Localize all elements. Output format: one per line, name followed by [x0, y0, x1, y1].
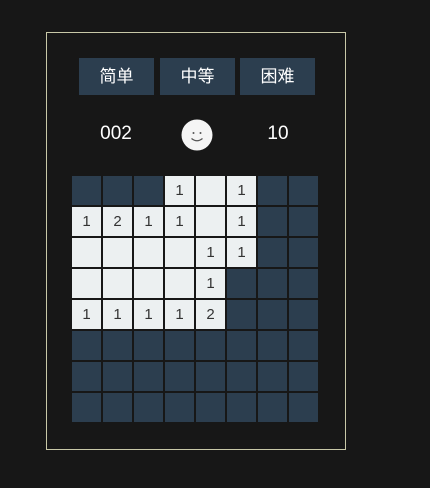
revealed-number-cell[interactable]: 1: [72, 207, 101, 236]
medium-difficulty-button[interactable]: 中等: [160, 58, 235, 95]
unrevealed-cell[interactable]: [258, 207, 287, 236]
unrevealed-cell[interactable]: [289, 393, 318, 422]
revealed-number-cell[interactable]: 1: [165, 176, 194, 205]
revealed-empty-cell[interactable]: [72, 269, 101, 298]
timer-display: 10: [267, 123, 289, 144]
unrevealed-cell[interactable]: [103, 393, 132, 422]
unrevealed-cell[interactable]: [72, 393, 101, 422]
revealed-number-cell[interactable]: 1: [227, 207, 256, 236]
revealed-empty-cell[interactable]: [134, 269, 163, 298]
unrevealed-cell[interactable]: [258, 238, 287, 267]
unrevealed-cell[interactable]: [134, 393, 163, 422]
unrevealed-cell[interactable]: [289, 331, 318, 360]
unrevealed-cell[interactable]: [258, 362, 287, 391]
unrevealed-cell[interactable]: [165, 331, 194, 360]
unrevealed-cell[interactable]: [72, 362, 101, 391]
unrevealed-cell[interactable]: [289, 269, 318, 298]
easy-difficulty-button[interactable]: 简单: [79, 58, 154, 95]
revealed-number-cell[interactable]: 1: [196, 238, 225, 267]
revealed-number-cell[interactable]: 1: [134, 300, 163, 329]
revealed-empty-cell[interactable]: [103, 238, 132, 267]
revealed-number-cell[interactable]: 1: [72, 300, 101, 329]
unrevealed-cell[interactable]: [258, 331, 287, 360]
revealed-empty-cell[interactable]: [134, 238, 163, 267]
unrevealed-cell[interactable]: [134, 176, 163, 205]
unrevealed-cell[interactable]: [196, 331, 225, 360]
revealed-number-cell[interactable]: 2: [103, 207, 132, 236]
unrevealed-cell[interactable]: [227, 393, 256, 422]
revealed-number-cell[interactable]: 1: [103, 300, 132, 329]
revealed-empty-cell[interactable]: [72, 238, 101, 267]
unrevealed-cell[interactable]: [289, 238, 318, 267]
unrevealed-cell[interactable]: [72, 176, 101, 205]
unrevealed-cell[interactable]: [289, 207, 318, 236]
revealed-number-cell[interactable]: 1: [227, 238, 256, 267]
minefield-grid: 111211111111112: [72, 176, 322, 426]
unrevealed-cell[interactable]: [258, 300, 287, 329]
revealed-number-cell[interactable]: 1: [165, 300, 194, 329]
unrevealed-cell[interactable]: [258, 393, 287, 422]
unrevealed-cell[interactable]: [227, 331, 256, 360]
unrevealed-cell[interactable]: [103, 331, 132, 360]
revealed-number-cell[interactable]: 1: [165, 207, 194, 236]
revealed-empty-cell[interactable]: [196, 207, 225, 236]
unrevealed-cell[interactable]: [258, 269, 287, 298]
revealed-number-cell[interactable]: 1: [196, 269, 225, 298]
unrevealed-cell[interactable]: [289, 300, 318, 329]
revealed-empty-cell[interactable]: [103, 269, 132, 298]
unrevealed-cell[interactable]: [165, 393, 194, 422]
unrevealed-cell[interactable]: [134, 362, 163, 391]
unrevealed-cell[interactable]: [134, 331, 163, 360]
revealed-empty-cell[interactable]: [196, 176, 225, 205]
unrevealed-cell[interactable]: [289, 176, 318, 205]
revealed-empty-cell[interactable]: [165, 269, 194, 298]
unrevealed-cell[interactable]: [227, 269, 256, 298]
mines-remaining-counter: 002: [100, 123, 132, 144]
unrevealed-cell[interactable]: [196, 393, 225, 422]
unrevealed-cell[interactable]: [258, 176, 287, 205]
unrevealed-cell[interactable]: [196, 362, 225, 391]
unrevealed-cell[interactable]: [103, 176, 132, 205]
unrevealed-cell[interactable]: [165, 362, 194, 391]
smile-face-icon[interactable]: [181, 119, 213, 151]
unrevealed-cell[interactable]: [72, 331, 101, 360]
hard-difficulty-button[interactable]: 困难: [240, 58, 315, 95]
unrevealed-cell[interactable]: [103, 362, 132, 391]
revealed-number-cell[interactable]: 2: [196, 300, 225, 329]
revealed-empty-cell[interactable]: [165, 238, 194, 267]
unrevealed-cell[interactable]: [227, 300, 256, 329]
revealed-number-cell[interactable]: 1: [227, 176, 256, 205]
revealed-number-cell[interactable]: 1: [134, 207, 163, 236]
unrevealed-cell[interactable]: [227, 362, 256, 391]
unrevealed-cell[interactable]: [289, 362, 318, 391]
